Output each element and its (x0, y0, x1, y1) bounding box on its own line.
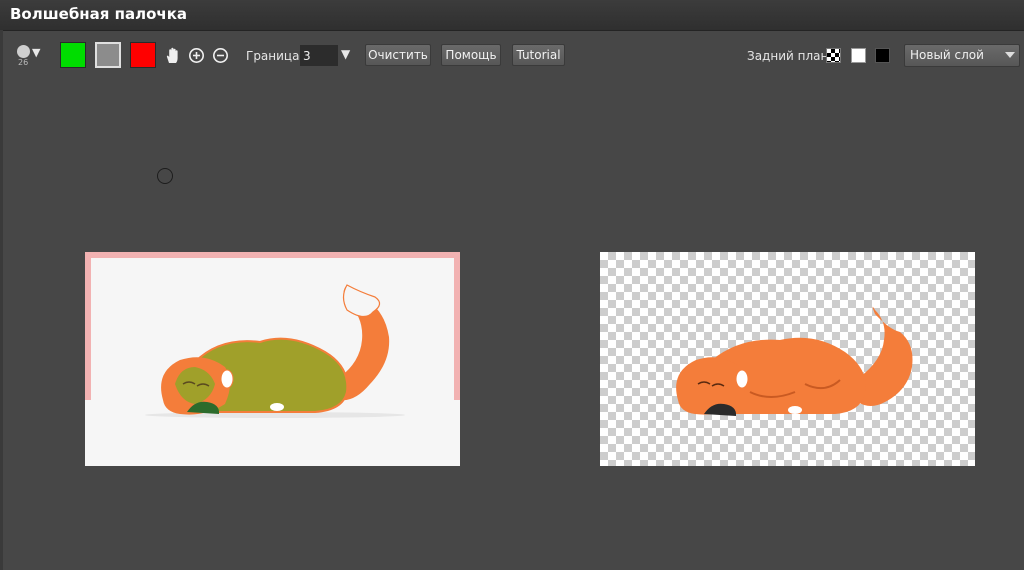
cat-illustration-marked (145, 284, 405, 418)
zoom-in-icon[interactable] (188, 47, 205, 64)
brush-size-dropdown[interactable]: ▼ 26 (14, 44, 40, 68)
background-color-swatch[interactable] (95, 42, 121, 68)
layer-select-value: Новый слой (910, 48, 984, 62)
toolbar: ▼ 26 Граница: ▼ Очистить Помощь Tutorial… (0, 31, 1024, 79)
window-title: Волшебная палочка (10, 5, 188, 23)
clear-button[interactable]: Очистить (365, 44, 431, 66)
help-button[interactable]: Помощь (441, 44, 501, 66)
background-white-option[interactable] (851, 48, 866, 63)
brush-size-icon (17, 45, 30, 58)
background-black-option[interactable] (875, 48, 890, 63)
result-image-panel[interactable] (600, 252, 975, 466)
remove-color-swatch[interactable] (130, 42, 156, 68)
source-image-panel[interactable] (85, 252, 460, 466)
border-label: Граница: (246, 49, 304, 63)
border-dropdown-icon[interactable]: ▼ (341, 47, 350, 61)
background-label: Задний план: (747, 49, 833, 63)
cat-illustration-extracted (676, 306, 913, 416)
border-width-input[interactable] (300, 45, 338, 66)
left-edge (0, 30, 3, 570)
tutorial-button[interactable]: Tutorial (512, 44, 565, 66)
brush-size-value: 26 (18, 58, 29, 67)
chevron-down-icon (1005, 52, 1015, 58)
layer-select[interactable]: Новый слой (904, 44, 1020, 67)
background-transparent-option[interactable] (826, 48, 841, 63)
title-bar: Волшебная палочка (0, 0, 1024, 31)
zoom-out-icon[interactable] (212, 47, 229, 64)
keep-color-swatch[interactable] (60, 42, 86, 68)
hand-icon[interactable] (164, 47, 181, 64)
brush-cursor (157, 168, 173, 184)
caret-down-icon: ▼ (32, 46, 41, 59)
